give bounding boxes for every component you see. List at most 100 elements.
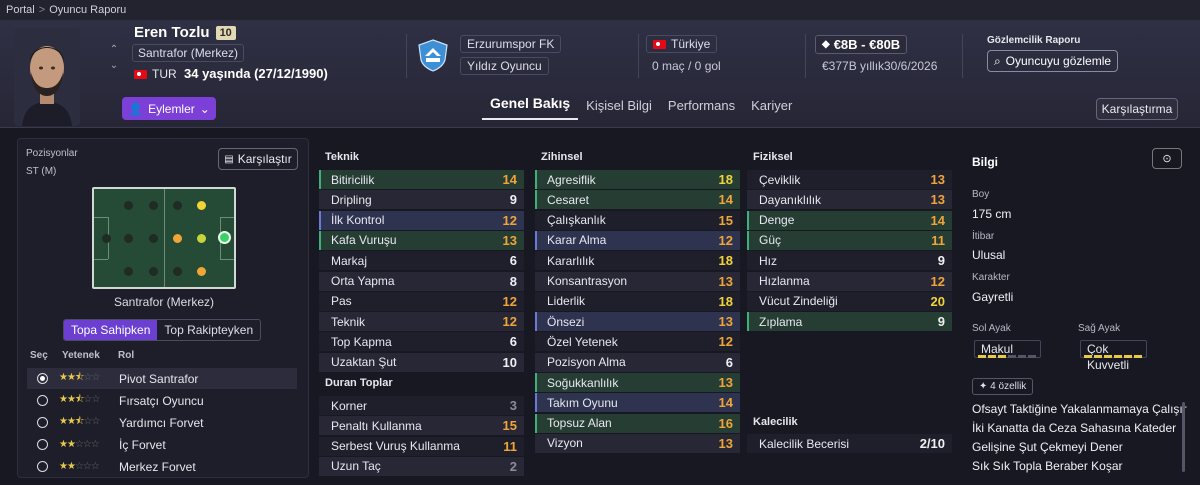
attribute-row[interactable]: Agresiflik 18 <box>535 170 740 189</box>
attribute-row[interactable]: Kafa Vuruşu 13 <box>319 230 524 250</box>
attribute-row[interactable]: Penaltı Kullanma 15 <box>319 416 524 436</box>
position-dot[interactable] <box>173 201 182 210</box>
attribute-row[interactable]: Özel Yetenek 12 <box>535 332 740 352</box>
attribute-row[interactable]: Çalışkanlık 15 <box>535 210 740 230</box>
attribute-name: Kafa Vuruşu <box>331 233 397 248</box>
role-row[interactable]: ★★☆☆☆ Merkez Forvet <box>27 456 297 477</box>
attribute-value: 13 <box>718 375 733 390</box>
attribute-row[interactable]: Pozisyon Alma 6 <box>535 352 740 372</box>
attribute-row[interactable]: Dripling 9 <box>319 190 524 210</box>
attribute-row[interactable]: Vücut Zindeliği 20 <box>747 291 952 311</box>
role-row[interactable]: ★★⯪☆☆ Yardımcı Forvet <box>27 412 297 433</box>
breadcrumb-portal[interactable]: Portal <box>6 4 35 16</box>
attribute-row[interactable]: İlk Kontrol 12 <box>319 210 524 230</box>
tab-overview[interactable]: Genel Bakış <box>482 95 579 120</box>
position-dot[interactable] <box>149 234 158 243</box>
toggle-in-possession[interactable]: Topa Sahipken <box>64 320 158 340</box>
attribute-row[interactable]: Cesaret 14 <box>535 190 740 210</box>
attribute-name: Önsezi <box>547 314 585 329</box>
position-dot[interactable] <box>102 234 111 243</box>
attribute-row[interactable]: Top Kapma 6 <box>319 332 524 352</box>
chevron-up-icon[interactable]: ⌃ <box>108 42 120 58</box>
attribute-row[interactable]: Dayanıklılık 13 <box>747 190 952 210</box>
attribute-row[interactable]: Zıplama 9 <box>747 312 952 332</box>
pitch-line <box>220 259 234 260</box>
attribute-row[interactable]: Kalecilik Becerisi 2/10 <box>747 434 952 453</box>
position-dot[interactable] <box>149 267 158 276</box>
actions-button[interactable]: 👤 Eylemler ⌄ <box>122 97 216 120</box>
attribute-row[interactable]: Liderlik 18 <box>535 291 740 311</box>
position-dot[interactable] <box>124 234 133 243</box>
toggle-out-of-possession[interactable]: Top Rakipteyken <box>157 320 260 340</box>
attribute-row[interactable]: Uzun Taç 2 <box>319 456 524 476</box>
attribute-value: 13 <box>502 232 517 248</box>
role-row[interactable]: ★★⯪☆☆ Fırsatçı Oyuncu <box>27 390 297 411</box>
attribute-row[interactable]: Uzaktan Şut 10 <box>319 352 524 372</box>
sparkle-icon: ✦ <box>979 381 988 392</box>
club-name[interactable]: Erzurumspor FK <box>460 35 562 53</box>
scout-player-button[interactable]: ⌕ Oyuncuyu gözlemle <box>987 50 1118 72</box>
attribute-row[interactable]: Serbest Vuruş Kullanma 11 <box>319 436 524 456</box>
attribute-row[interactable]: Hızlanma 12 <box>747 271 952 291</box>
attribute-name: Özel Yetenek <box>547 334 618 349</box>
traits-scrollbar[interactable] <box>1182 402 1185 472</box>
position-dot[interactable] <box>124 201 133 210</box>
attribute-row[interactable]: Denge 14 <box>747 210 952 230</box>
player-photo <box>14 28 80 126</box>
attribute-row[interactable]: Bitiricilik 14 <box>319 170 524 189</box>
tab-personal-info[interactable]: Kişisel Bilgi <box>578 98 660 120</box>
attribute-row[interactable]: Güç 11 <box>747 230 952 250</box>
tab-career[interactable]: Kariyer <box>743 98 800 120</box>
chevron-down-icon[interactable]: ⌄ <box>108 58 120 74</box>
attribute-row[interactable]: Pas 12 <box>319 291 524 311</box>
club-logo-icon[interactable] <box>416 38 450 72</box>
position-dot[interactable] <box>173 267 182 276</box>
attribute-row[interactable]: Orta Yapma 8 <box>319 271 524 291</box>
role-radio[interactable] <box>37 417 48 428</box>
attribute-row[interactable]: Hız 9 <box>747 251 952 271</box>
attribute-row[interactable]: Kararlılık 18 <box>535 251 740 271</box>
attribute-row[interactable]: Önsezi 13 <box>535 312 740 332</box>
position-dot[interactable] <box>149 201 158 210</box>
attribute-name: Liderlik <box>547 294 586 309</box>
attribute-row[interactable]: Markaj 6 <box>319 251 524 271</box>
role-radio[interactable] <box>37 395 48 406</box>
role-radio[interactable] <box>37 461 48 472</box>
attribute-row[interactable]: Korner 3 <box>319 396 524 415</box>
nation-tag[interactable]: Türkiye <box>646 35 718 53</box>
breadcrumb: Portal > Oyuncu Raporu <box>0 0 1200 20</box>
position-compare-button[interactable]: ▤ Karşılaştır <box>218 148 298 170</box>
position-dot[interactable] <box>197 267 206 276</box>
attribute-row[interactable]: Soğukkanlılık 13 <box>535 373 740 392</box>
attribute-row[interactable]: Çeviklik 13 <box>747 170 952 189</box>
attribute-value: 13 <box>930 172 945 187</box>
star-icon: ☆ <box>90 461 100 472</box>
attribute-value: 2 <box>509 458 517 474</box>
position-dot[interactable] <box>124 267 133 276</box>
attribute-row[interactable]: Konsantrasyon 13 <box>535 271 740 291</box>
star-rating: ★★☆☆☆ <box>59 439 100 450</box>
role-radio[interactable] <box>37 373 48 384</box>
attribute-row[interactable]: Takım Oyunu 14 <box>535 393 740 413</box>
attribute-name: Serbest Vuruş Kullanma <box>331 439 460 454</box>
tab-performance[interactable]: Performans <box>660 98 743 120</box>
role-row[interactable]: ★★⯪☆☆ Pivot Santrafor <box>27 368 297 389</box>
attribute-name: Dayanıklılık <box>759 192 822 207</box>
attribute-value: 15 <box>718 212 733 228</box>
position-dot[interactable] <box>197 201 206 210</box>
compare-button[interactable]: Karşılaştırma <box>1096 98 1178 120</box>
position-dot[interactable] <box>197 234 206 243</box>
attribute-row[interactable]: Vizyon 13 <box>535 433 740 453</box>
attribute-row[interactable]: Karar Alma 12 <box>535 230 740 250</box>
attribute-row[interactable]: Topsuz Alan 16 <box>535 413 740 433</box>
info-settings-icon[interactable]: ⊙ <box>1152 148 1182 169</box>
position-dot[interactable] <box>173 234 182 243</box>
role-row[interactable]: ★★☆☆☆ İç Forvet <box>27 434 297 455</box>
attribute-name: Karar Alma <box>547 233 607 248</box>
trait-item: Ofsayt Taktiğine Yakalanmamaya Çalışır <box>972 402 1187 416</box>
role-radio[interactable] <box>37 439 48 450</box>
position-dot-selected[interactable] <box>218 231 231 244</box>
nationality-code: TUR <box>152 67 177 81</box>
role-header-skill: Yetenek <box>62 350 100 361</box>
attribute-row[interactable]: Teknik 12 <box>319 312 524 332</box>
